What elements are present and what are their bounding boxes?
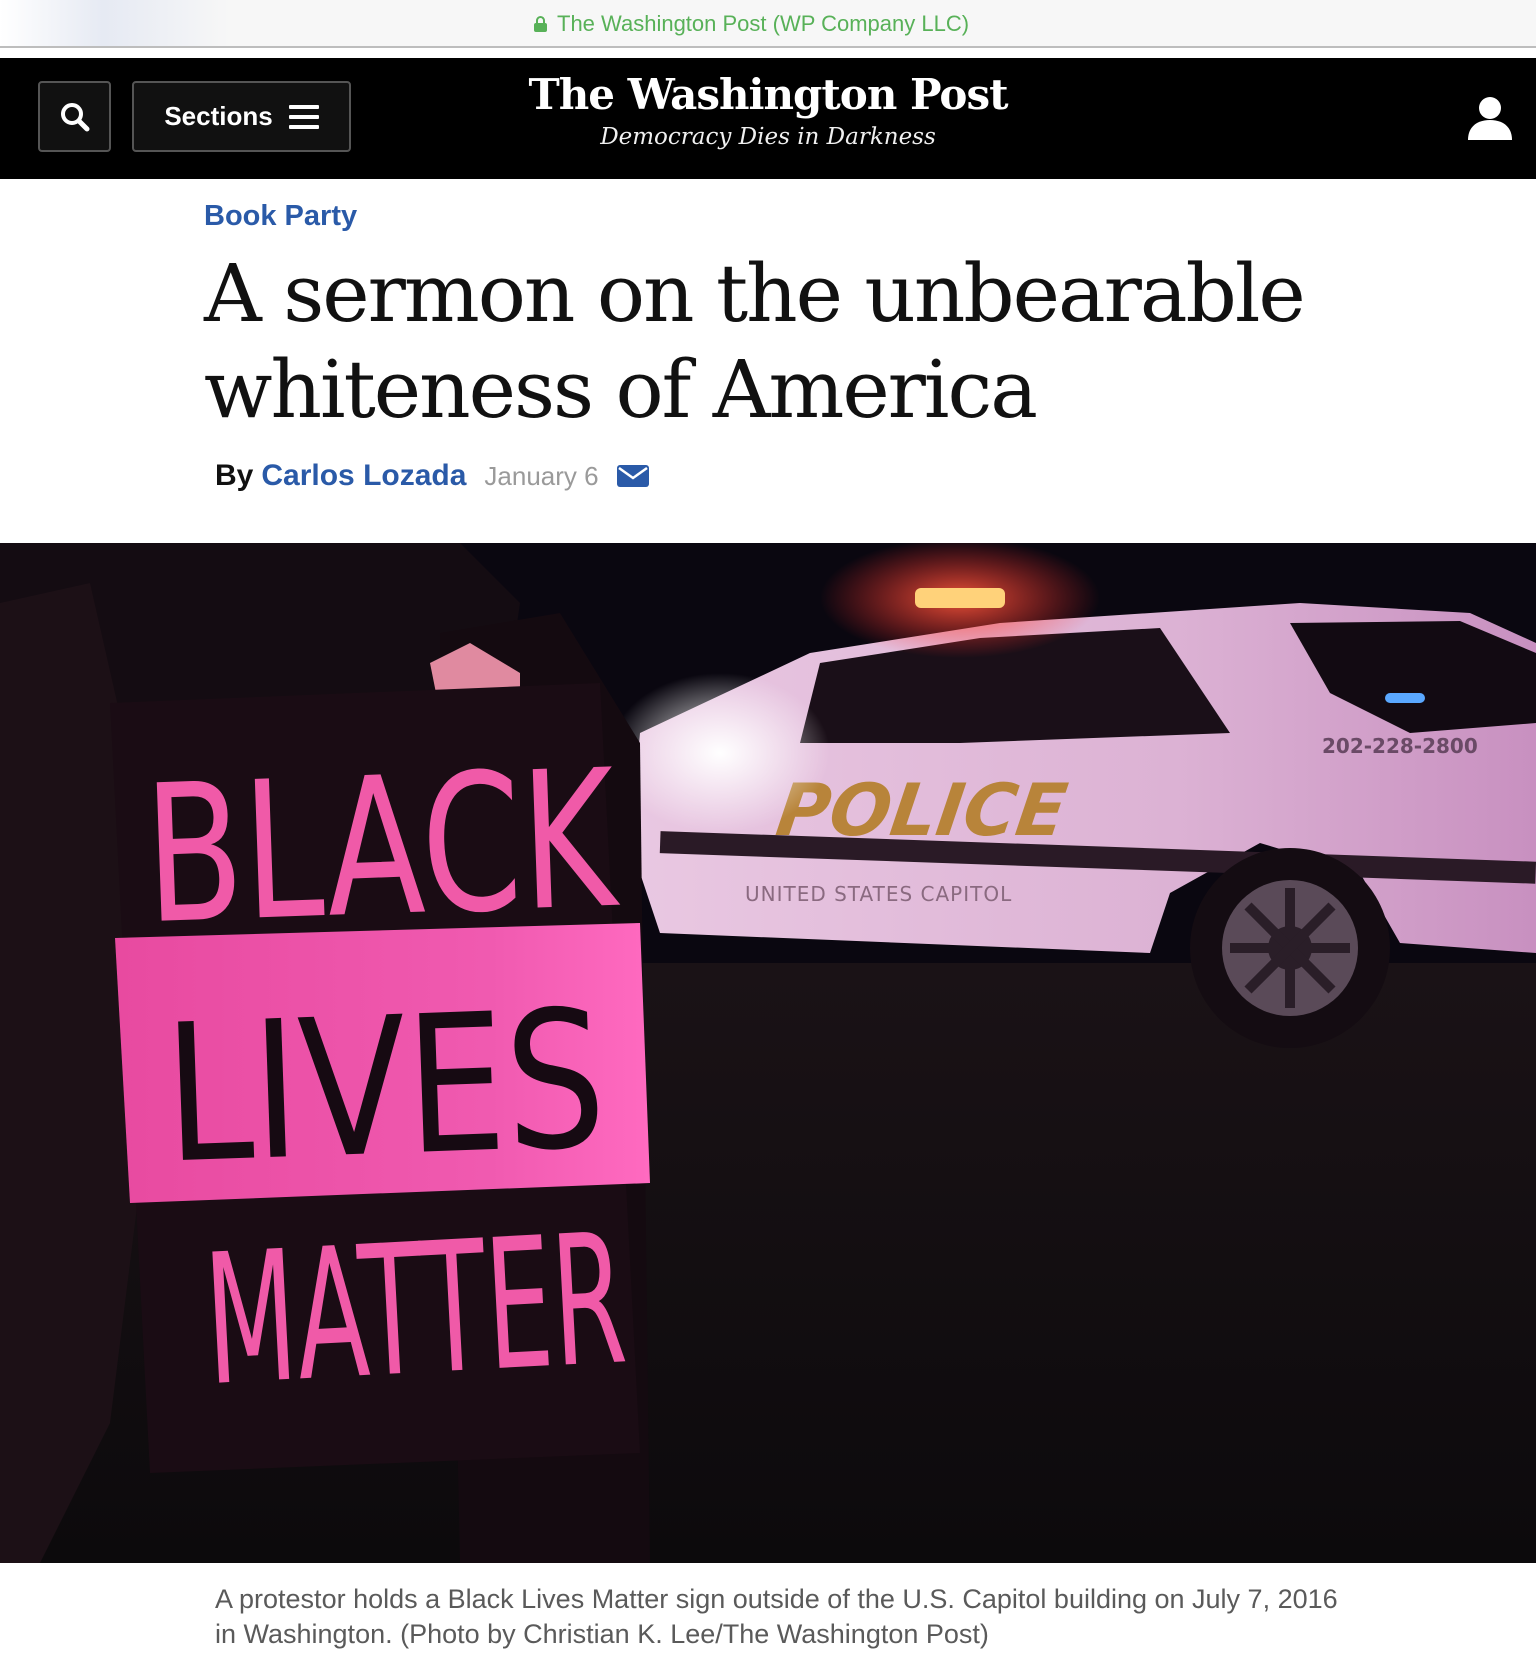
sign-line-2: LIVES	[161, 969, 608, 1205]
user-icon[interactable]	[1466, 94, 1514, 142]
photo-caption: A protestor holds a Black Lives Matter s…	[215, 1584, 1338, 1649]
svg-text:202-228-2800: 202-228-2800	[1322, 734, 1478, 758]
site-logo[interactable]: The Washington Post	[468, 70, 1068, 120]
author-link[interactable]: Carlos Lozada	[261, 459, 466, 493]
search-button[interactable]	[38, 81, 111, 152]
lock-icon	[534, 16, 547, 32]
site-header: Sections The Washington Post Democracy D…	[0, 58, 1536, 179]
svg-text:UNITED STATES CAPITOL: UNITED STATES CAPITOL	[745, 882, 1012, 906]
article-headline: A sermon on the unbearable whiteness of …	[204, 247, 1306, 436]
search-icon	[60, 102, 89, 131]
byline: By Carlos Lozada January 6	[215, 459, 649, 493]
url-label: The Washington Post (WP Company LLC)	[557, 11, 970, 36]
lead-photo-illustration: POLICE UNITED STATES CAPITOL 202-228-280…	[0, 543, 1536, 1563]
lead-photo: POLICE UNITED STATES CAPITOL 202-228-280…	[0, 543, 1536, 1563]
hamburger-icon	[288, 104, 319, 129]
section-kicker[interactable]: Book Party	[204, 200, 357, 233]
sections-label: Sections	[164, 101, 273, 131]
masthead[interactable]: The Washington Post Democracy Dies in Da…	[468, 70, 1068, 154]
sign-line-3: MATTER	[200, 1195, 630, 1426]
sign-line-1: BLACK	[141, 729, 622, 966]
browser-url-bar[interactable]: The Washington Post (WP Company LLC)	[0, 0, 1536, 48]
site-tagline: Democracy Dies in Darkness	[600, 124, 936, 150]
byline-by: By	[215, 459, 254, 492]
mail-icon[interactable]	[616, 465, 649, 487]
sections-button[interactable]: Sections	[132, 81, 351, 152]
url-display[interactable]: The Washington Post (WP Company LLC)	[534, 10, 969, 38]
publish-date: January 6	[484, 460, 599, 491]
url-bar-fade	[0, 0, 230, 46]
